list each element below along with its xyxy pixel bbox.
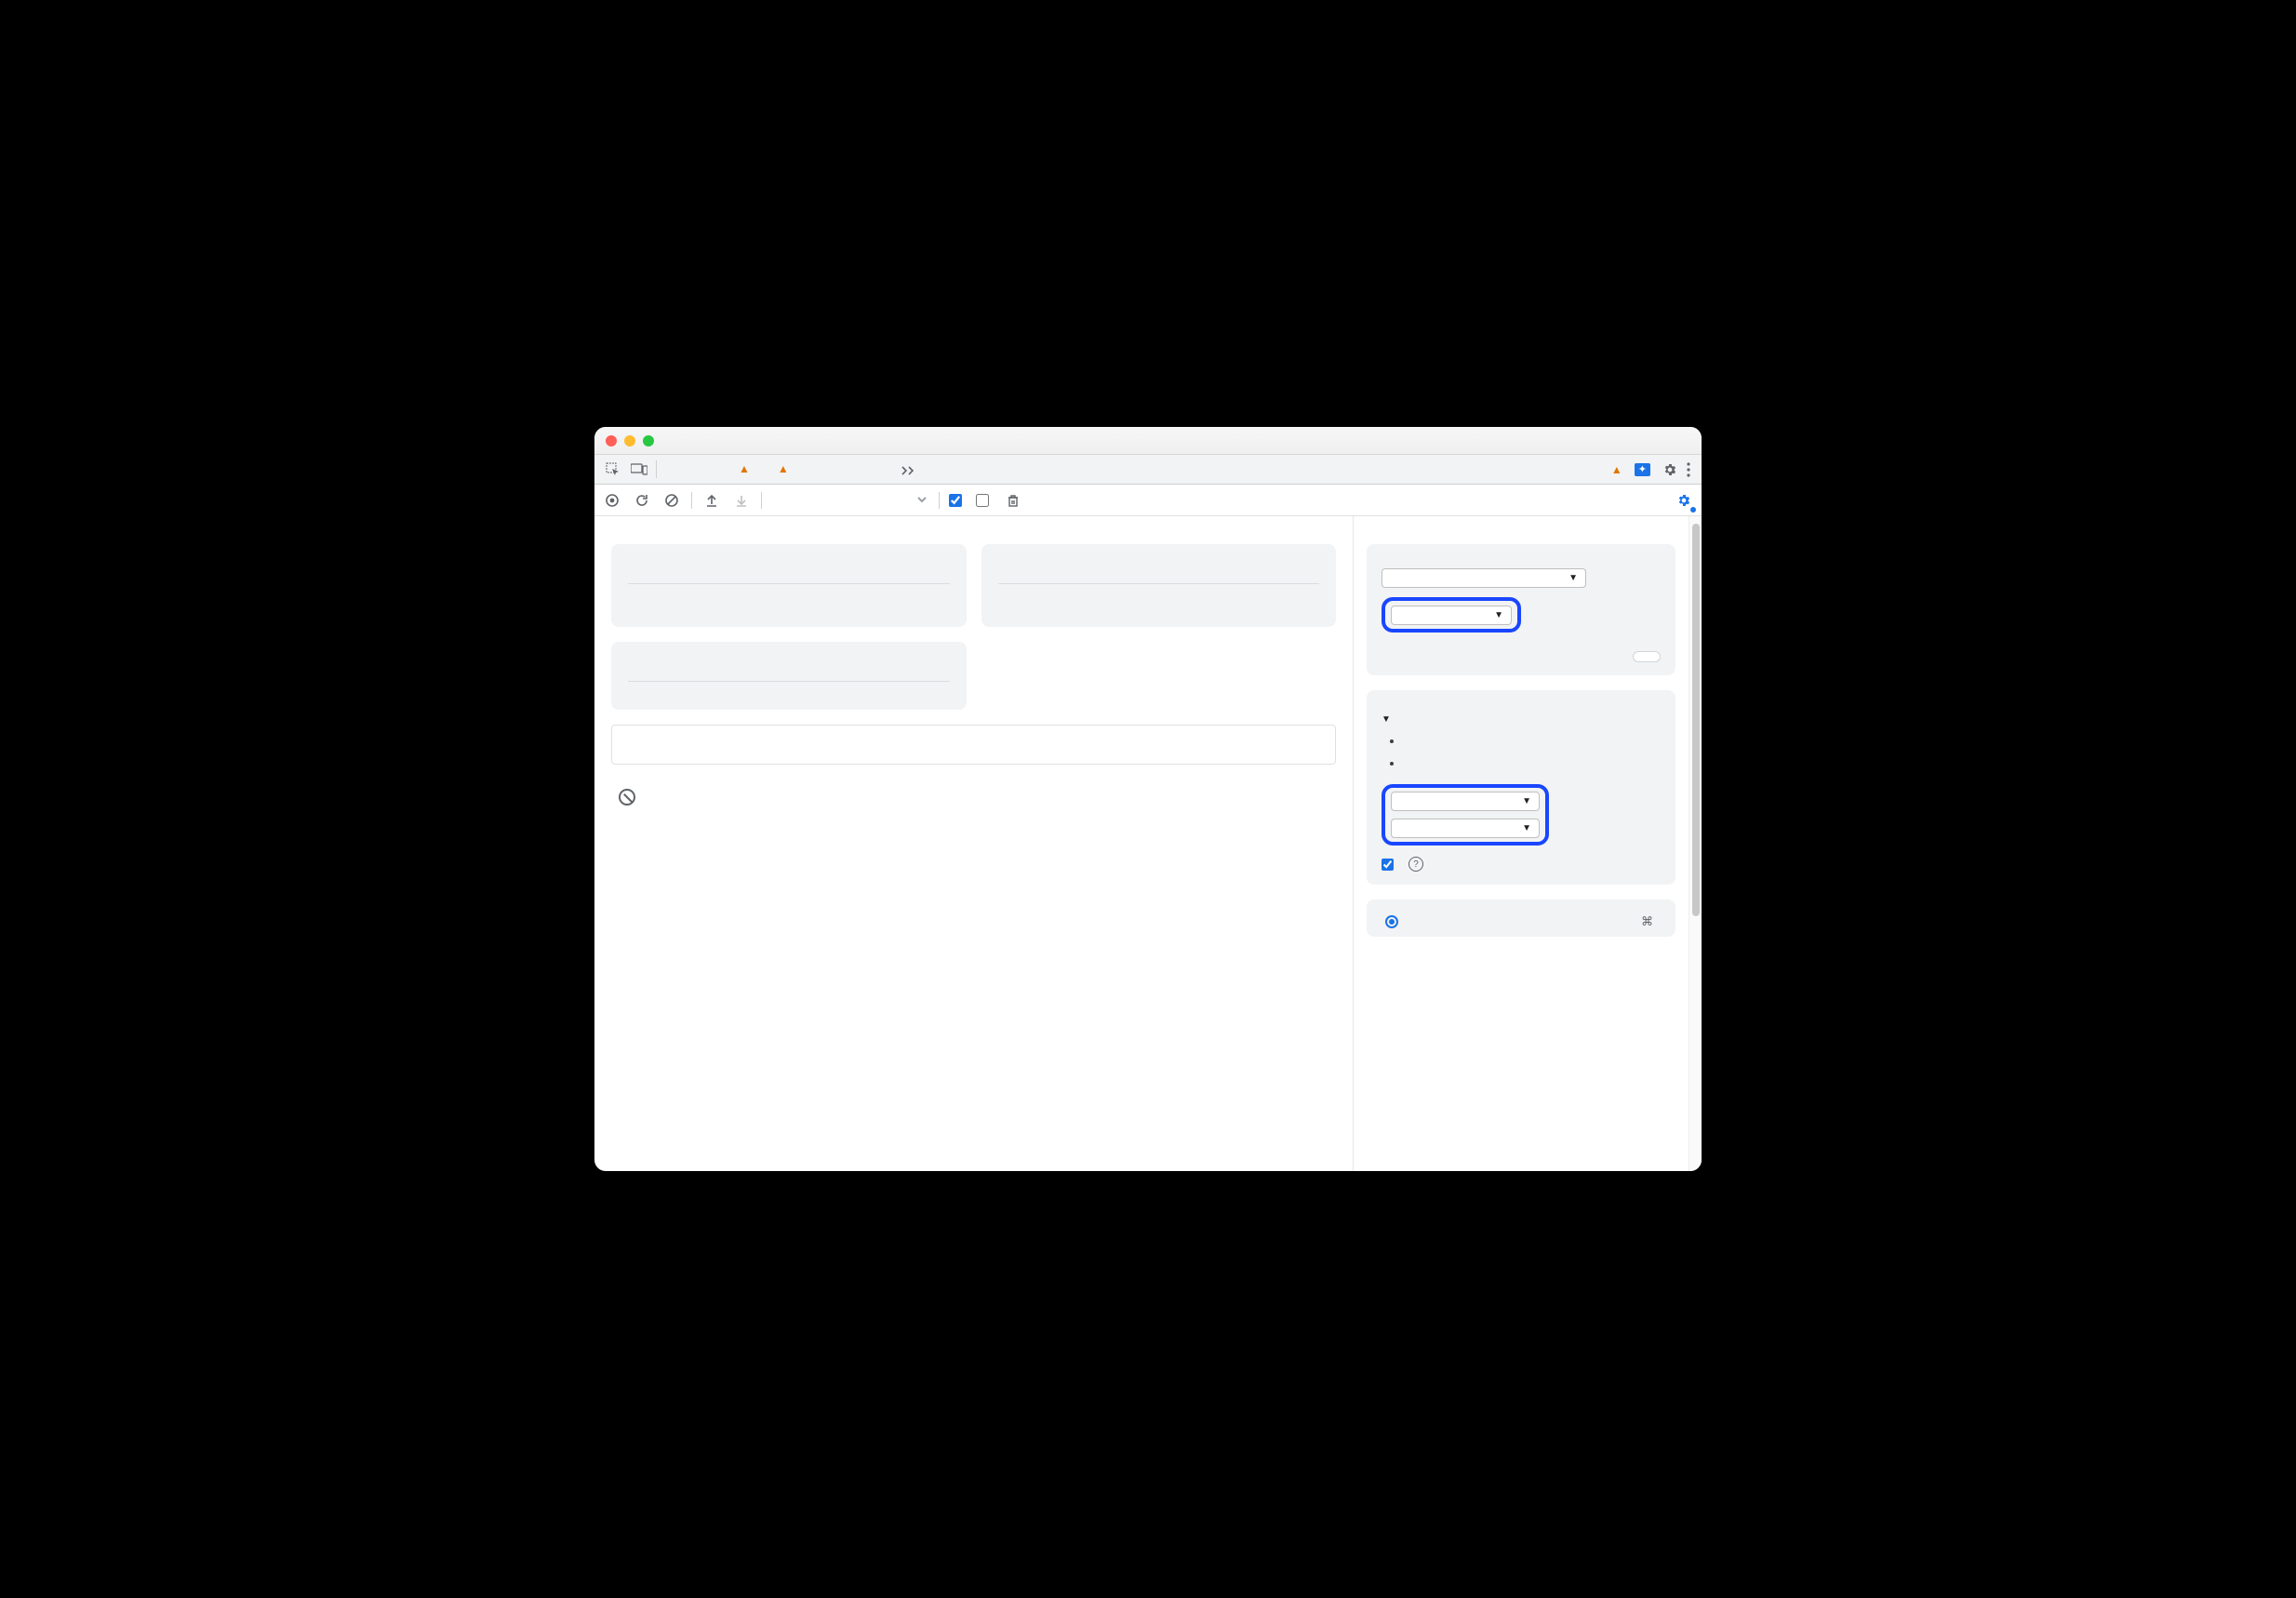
device-toolbar-icon[interactable] [626,455,652,484]
warning-icon: ▲ [1611,463,1622,476]
environment-panel: ▼ ▼ ? [1367,690,1675,885]
tab-lighthouse[interactable] [873,455,895,484]
clear-interactions-icon[interactable] [619,789,635,806]
message-icon: ✦ [1635,463,1650,476]
network-throttle-select[interactable]: ▼ [1391,819,1540,838]
warnings-badge[interactable]: ▲ [1611,463,1625,476]
titlebar [594,427,1702,455]
inp-card [611,642,967,710]
field-data-panel: ▼ ▼ [1367,544,1675,675]
record-shortcut: ⌘ [1641,914,1657,929]
messages-badge[interactable]: ✦ [1635,463,1653,476]
chevron-down-icon: ▼ [1494,610,1503,620]
inspect-element-icon[interactable] [600,455,626,484]
recordings-select[interactable] [771,492,929,508]
clear-button[interactable] [661,490,682,511]
record-action[interactable] [1385,915,1406,928]
device-select-highlight: ▼ [1382,597,1521,633]
interactions-section [611,785,1336,828]
next-steps-pane: ▼ ▼ [1354,516,1689,1171]
metrics-footnote [611,725,1336,765]
lcp-element-row[interactable] [628,597,950,612]
tab-elements[interactable] [661,455,683,484]
chevron-down-icon: ▼ [1522,823,1531,833]
help-icon[interactable]: ? [1408,857,1423,872]
real-user-env-disclosure[interactable] [1382,714,1661,773]
tab-network[interactable]: ▲ [728,455,767,484]
configure-button[interactable] [1633,651,1661,662]
maximize-window-button[interactable] [643,435,654,446]
record-panel: ⌘ [1367,899,1675,937]
metrics-pane [594,516,1354,1171]
url-select[interactable]: ▼ [1382,568,1586,588]
more-options-icon[interactable] [1687,462,1690,477]
tab-security[interactable] [850,455,873,484]
tab-application[interactable] [828,455,850,484]
window-controls [594,435,654,446]
tab-sources[interactable] [705,455,728,484]
settings-icon[interactable] [1662,462,1677,477]
panel-tabstrip: ▲ ▲ ▲ ✦ [594,455,1702,485]
throttling-selects-highlight: ▼ ▼ [1382,784,1549,846]
vertical-scrollbar[interactable] [1689,516,1702,1171]
warning-icon: ▲ [778,462,789,475]
screenshots-checkbox[interactable] [949,494,967,507]
tab-console[interactable] [683,455,705,484]
devtools-window: ▲ ▲ ▲ ✦ [594,427,1702,1171]
more-tabs-icon[interactable] [895,455,921,484]
performance-toolbar [594,485,1702,516]
warning-icon: ▲ [739,462,750,475]
reload-record-button[interactable] [632,490,652,511]
tab-memory[interactable] [806,455,828,484]
close-window-button[interactable] [606,435,617,446]
capture-settings-icon[interactable] [1674,490,1694,511]
memory-checkbox[interactable] [976,494,994,507]
cls-card [981,544,1337,627]
record-button[interactable] [602,490,622,511]
cpu-throttle-select[interactable]: ▼ [1391,792,1540,811]
upload-profile-button[interactable] [701,490,722,511]
lcp-card [611,544,967,627]
minimize-window-button[interactable] [624,435,635,446]
chevron-down-icon: ▼ [1568,573,1578,583]
device-select[interactable]: ▼ [1391,606,1512,625]
download-profile-button[interactable] [731,490,752,511]
tab-performance[interactable]: ▲ [767,455,806,484]
chevron-down-icon: ▼ [1522,796,1531,806]
disable-cache-checkbox[interactable]: ? [1382,857,1661,872]
garbage-collect-button[interactable] [1003,490,1023,511]
record-icon [1385,915,1398,928]
